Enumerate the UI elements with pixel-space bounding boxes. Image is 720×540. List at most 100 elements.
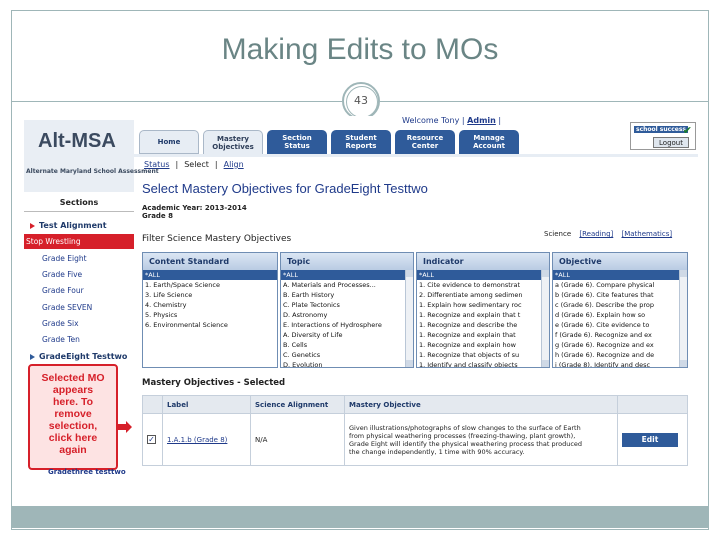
logout-button[interactable]: Logout [653, 137, 689, 148]
indicator-list[interactable]: Indicator *ALL 1. Cite evidence to demon… [416, 252, 550, 368]
list-item[interactable]: 3. Life Science [143, 290, 277, 300]
selected-mo-table: Label Science Alignment Mastery Objectiv… [142, 395, 688, 466]
list-item[interactable]: B. Cells [281, 340, 413, 350]
tab-underline [134, 154, 698, 157]
welcome-label: Welcome Tony [402, 116, 460, 125]
objective-list[interactable]: Objective *ALL a (Grade 6). Compare phys… [552, 252, 688, 368]
subject-reading-link[interactable]: [Reading] [579, 230, 613, 238]
sidebar-item-stop-wrestling[interactable]: Stop Wrestling [24, 234, 134, 249]
list-item[interactable]: 1. Recognize and describe the [417, 320, 549, 330]
sidebar-item-grade-four[interactable]: Grade Four [24, 283, 134, 298]
sidebar-item-grade-eight[interactable]: Grade Eight [24, 251, 134, 266]
list-item[interactable]: e (Grade 6). Cite evidence to [553, 320, 687, 330]
indicator-header: Indicator [417, 253, 549, 270]
list-item[interactable]: 2. Differentiate among sedimen [417, 290, 549, 300]
page-number: 43 [342, 82, 380, 120]
list-item[interactable]: 1. Recognize and explain that [417, 330, 549, 340]
list-item[interactable]: 1. Recognize and explain how [417, 340, 549, 350]
topic-list[interactable]: Topic *ALL A. Materials and Processes...… [280, 252, 414, 368]
academic-meta: Academic Year: 2013-2014 Grade 8 [142, 204, 247, 220]
list-item[interactable]: *ALL [553, 270, 687, 280]
list-item[interactable]: 4. Chemistry [143, 300, 277, 310]
objective-header: Objective [553, 253, 687, 270]
logo-subtitle: Alternate Maryland School Assessment [26, 168, 159, 175]
content-standard-list[interactable]: Content Standard *ALL 1. Earth/Space Sci… [142, 252, 278, 368]
alignment-cell: N/A [250, 413, 345, 466]
welcome-text: Welcome Tony | Admin | [402, 116, 502, 125]
list-item[interactable]: 6. Environmental Science [143, 320, 277, 330]
list-item[interactable]: 1. Earth/Space Science [143, 280, 277, 290]
sidebar-heading: Sections [24, 198, 134, 212]
mo-checkbox[interactable]: ✓ [147, 435, 156, 444]
subnav-status[interactable]: Status [144, 160, 170, 169]
sidebar-item-grade-seven[interactable]: Grade SEVEN [24, 300, 134, 315]
sidebar-item-grade-ten[interactable]: Grade Ten [24, 332, 134, 347]
list-item[interactable]: 1. Recognize and explain that t [417, 310, 549, 320]
subject-current: Science [544, 230, 572, 238]
arrow-right-icon [30, 353, 35, 360]
column-header-alignment: Science Alignment [250, 395, 345, 414]
subject-math-link[interactable]: [Mathematics] [622, 230, 673, 238]
list-item[interactable]: B. Earth History [281, 290, 413, 300]
title-rule-right [380, 101, 708, 102]
list-item[interactable]: 1. Identify and classify objects [417, 360, 549, 367]
list-item[interactable]: E. Interactions of Hydrosphere [281, 320, 413, 330]
tab-mastery-objectives[interactable]: Mastery Objectives [203, 130, 263, 154]
arrow-right-icon [30, 222, 35, 229]
tab-resource-center[interactable]: Resource Center [395, 130, 455, 154]
subnav-align[interactable]: Align [224, 160, 244, 169]
scrollbar[interactable] [541, 270, 549, 367]
admin-link[interactable]: Admin [467, 116, 496, 125]
list-item[interactable]: 1. Cite evidence to demonstrat [417, 280, 549, 290]
main-tabs: Home Mastery Objectives Section Status S… [139, 130, 519, 154]
slide-title: Making Edits to MOs [221, 33, 499, 66]
filter-panel: Content Standard *ALL 1. Earth/Space Sci… [142, 252, 688, 368]
tab-home[interactable]: Home [139, 130, 199, 154]
checkbox-column-header [142, 395, 163, 414]
sidebar-item-grade-five[interactable]: Grade Five [24, 267, 134, 282]
subject-links: Science [Reading] [Mathematics] [544, 230, 672, 238]
logo: Alt-MSA Alternate Maryland School Assess… [24, 120, 159, 192]
content-standard-header: Content Standard [143, 253, 277, 270]
sidebar-item-gradeeight-testtwo[interactable]: GradeEight Testtwo [24, 349, 134, 364]
list-item[interactable]: f (Grade 6). Recognize and ex [553, 330, 687, 340]
list-item[interactable]: a (Grade 6). Compare physical [553, 280, 687, 290]
selection-cell: ✓ [142, 413, 163, 466]
school-success-label: school success [634, 126, 688, 133]
list-item[interactable]: C. Genetics [281, 350, 413, 360]
list-item[interactable]: *ALL [417, 270, 549, 280]
tab-section-status[interactable]: Section Status [267, 130, 327, 154]
list-item[interactable]: D. Evolution [281, 360, 413, 367]
list-item[interactable]: i (Grade 8). Identify and desc [553, 360, 687, 367]
scrollbar[interactable] [405, 270, 413, 367]
tab-student-reports[interactable]: Student Reports [331, 130, 391, 154]
sidebar-item-grade-six[interactable]: Grade Six [24, 316, 134, 331]
list-item[interactable]: D. Astronomy [281, 310, 413, 320]
subnav-select[interactable]: Select [184, 160, 209, 169]
mo-label-link[interactable]: 1.A.1.b (Grade 8) [167, 436, 227, 444]
action-column-header [617, 395, 688, 414]
list-item[interactable]: A. Materials and Processes... [281, 280, 413, 290]
list-item[interactable]: *ALL [281, 270, 413, 280]
label-cell: 1.A.1.b (Grade 8) [162, 413, 251, 466]
sidebar-item-test-alignment[interactable]: Test Alignment [24, 218, 134, 233]
list-item[interactable]: 1. Recognize that objects of su [417, 350, 549, 360]
page-heading: Select Mastery Objectives for GradeEight… [142, 181, 428, 196]
app-screenshot: Alt-MSA Alternate Maryland School Assess… [24, 116, 698, 492]
list-item[interactable]: d (Grade 6). Explain how so [553, 310, 687, 320]
list-item[interactable]: b (Grade 6). Cite features that [553, 290, 687, 300]
list-item[interactable]: 1. Explain how sedimentary roc [417, 300, 549, 310]
list-item[interactable]: g (Grade 6). Recognize and ex [553, 340, 687, 350]
callout-arrow-icon [118, 421, 132, 433]
list-item[interactable]: C. Plate Tectonics [281, 300, 413, 310]
list-item[interactable]: A. Diversity of Life [281, 330, 413, 340]
list-item[interactable]: c (Grade 6). Describe the prop [553, 300, 687, 310]
edit-button[interactable]: Edit [622, 432, 678, 447]
scrollbar[interactable] [679, 270, 687, 367]
column-header-label: Label [162, 395, 251, 414]
sidebar-item-gradethree-testtwo[interactable]: Gradethree testtwo [48, 468, 126, 476]
list-item[interactable]: *ALL [143, 270, 277, 280]
tab-manage-account[interactable]: Manage Account [459, 130, 519, 154]
list-item[interactable]: h (Grade 6). Recognize and de [553, 350, 687, 360]
list-item[interactable]: 5. Physics [143, 310, 277, 320]
